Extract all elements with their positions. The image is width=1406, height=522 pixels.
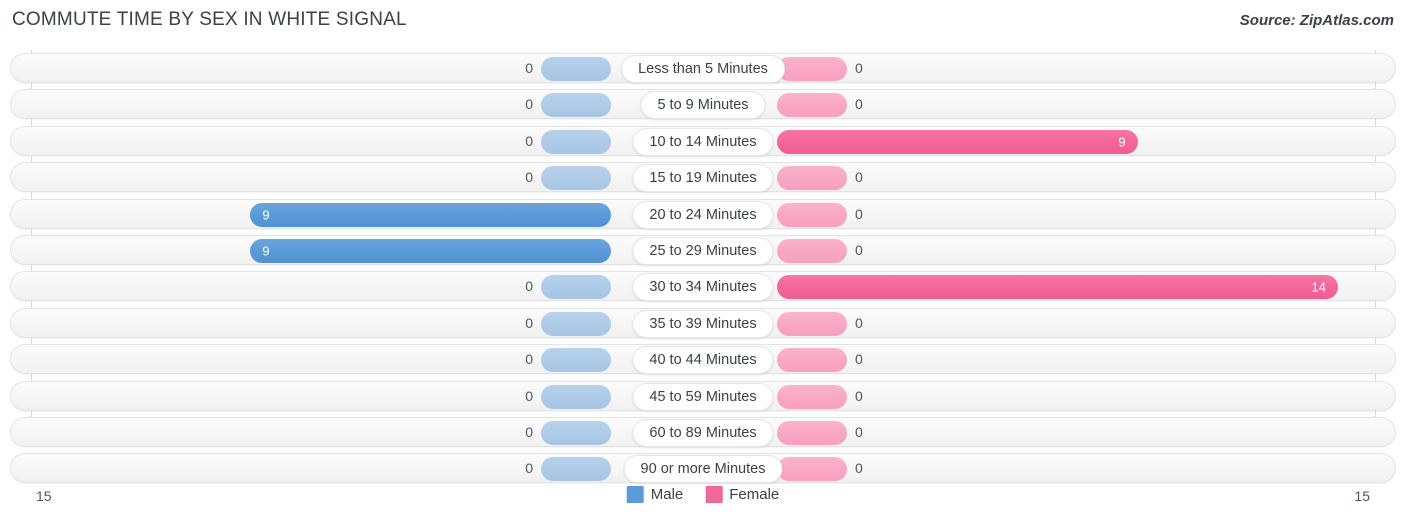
male-value-label: 0 xyxy=(525,314,533,331)
male-value-label: 0 xyxy=(525,132,533,149)
table-row[interactable]: 0 0 15 to 19 Minutes xyxy=(10,162,1396,193)
male-bar[interactable] xyxy=(541,93,611,118)
category-label: 10 to 14 Minutes xyxy=(632,127,774,156)
page-title: COMMUTE TIME BY SEX IN WHITE SIGNAL xyxy=(12,9,407,30)
chart-page: COMMUTE TIME BY SEX IN WHITE SIGNAL Sour… xyxy=(0,0,1406,522)
female-bar[interactable] xyxy=(777,93,847,118)
table-row[interactable]: 0 0 60 to 89 Minutes xyxy=(10,417,1396,447)
female-value-label: 0 xyxy=(855,351,863,368)
table-row[interactable]: 0 0 35 to 39 Minutes xyxy=(10,307,1396,338)
category-label: 35 to 39 Minutes xyxy=(632,309,774,338)
table-row[interactable]: 0 14 30 to 34 Minutes xyxy=(10,271,1396,302)
female-bar[interactable] xyxy=(777,166,847,191)
legend-label-male: Male xyxy=(650,486,684,503)
legend-item-male[interactable]: Male xyxy=(626,486,684,503)
male-bar[interactable] xyxy=(541,311,611,336)
legend: Male Female xyxy=(626,486,779,503)
legend-label-female: Female xyxy=(729,486,780,503)
category-label: 25 to 29 Minutes xyxy=(632,237,774,265)
male-bar[interactable] xyxy=(541,57,611,81)
female-bar[interactable] xyxy=(777,421,847,445)
female-bar[interactable] xyxy=(777,348,847,373)
table-row[interactable]: 9 0 25 to 29 Minutes xyxy=(10,235,1396,265)
male-bar[interactable] xyxy=(541,166,611,191)
male-bar[interactable] xyxy=(541,348,611,373)
category-label: 40 to 44 Minutes xyxy=(632,346,774,375)
male-value-label: 0 xyxy=(525,424,533,440)
female-value-label: 0 xyxy=(855,242,863,258)
source-attribution: Source: ZipAtlas.com xyxy=(1239,12,1394,29)
table-row[interactable]: 0 0 90 or more Minutes xyxy=(10,453,1396,484)
male-value-label: 0 xyxy=(525,460,533,477)
female-bar[interactable] xyxy=(777,57,847,81)
male-value-label: 0 xyxy=(525,351,533,368)
legend-swatch-male-icon xyxy=(626,486,644,503)
legend-swatch-female-icon xyxy=(705,486,723,503)
female-bar-value: 9 xyxy=(1118,134,1126,150)
male-bar[interactable] xyxy=(541,384,611,409)
female-value-label: 0 xyxy=(855,424,863,440)
female-value-label: 0 xyxy=(855,314,863,331)
male-bar-value: 9 xyxy=(262,243,270,259)
axis-tick-left: 15 xyxy=(36,488,52,504)
category-label: 30 to 34 Minutes xyxy=(632,273,774,302)
female-bar[interactable]: 14 xyxy=(777,275,1338,300)
table-row[interactable]: 0 0 45 to 59 Minutes xyxy=(10,380,1396,411)
axis-tick-right: 15 xyxy=(1354,488,1370,504)
male-bar[interactable]: 9 xyxy=(250,202,611,227)
female-bar[interactable] xyxy=(777,457,847,482)
female-bar[interactable] xyxy=(777,202,847,227)
table-row[interactable]: 0 9 10 to 14 Minutes xyxy=(10,125,1396,156)
female-bar[interactable] xyxy=(777,384,847,409)
male-value-label: 0 xyxy=(525,96,533,113)
male-bar-value: 9 xyxy=(262,207,270,223)
female-value-label: 0 xyxy=(855,205,863,222)
male-value-label: 0 xyxy=(525,169,533,186)
female-bar[interactable] xyxy=(777,239,847,263)
female-value-label: 0 xyxy=(855,387,863,404)
male-bar[interactable] xyxy=(541,457,611,482)
female-value-label: 0 xyxy=(855,60,863,76)
table-row[interactable]: 0 0 40 to 44 Minutes xyxy=(10,344,1396,375)
category-label: 15 to 19 Minutes xyxy=(632,164,774,193)
category-label: 5 to 9 Minutes xyxy=(640,91,766,120)
male-bar[interactable] xyxy=(541,275,611,300)
plot-area: 0 0 Less than 5 Minutes 0 0 5 to 9 Minutes 0 9 1… xyxy=(0,50,1406,484)
legend-item-female[interactable]: Female xyxy=(705,486,779,503)
category-label: 60 to 89 Minutes xyxy=(632,419,774,447)
category-label: 20 to 24 Minutes xyxy=(632,200,774,229)
male-value-label: 0 xyxy=(525,278,533,295)
table-row[interactable]: 0 0 Less than 5 Minutes xyxy=(10,53,1396,83)
category-label: 90 or more Minutes xyxy=(623,455,783,484)
male-value-label: 0 xyxy=(525,60,533,76)
male-value-label: 0 xyxy=(525,387,533,404)
category-label: 45 to 59 Minutes xyxy=(632,382,774,411)
table-row[interactable]: 9 0 20 to 24 Minutes xyxy=(10,198,1396,229)
female-value-label: 0 xyxy=(855,460,863,477)
female-bar[interactable]: 9 xyxy=(777,129,1138,154)
table-row[interactable]: 0 0 5 to 9 Minutes xyxy=(10,89,1396,120)
female-value-label: 0 xyxy=(855,96,863,113)
female-bar[interactable] xyxy=(777,311,847,336)
male-bar[interactable] xyxy=(541,129,611,154)
category-label: Less than 5 Minutes xyxy=(621,55,785,83)
male-bar[interactable] xyxy=(541,421,611,445)
female-bar-value: 14 xyxy=(1311,279,1326,295)
male-bar[interactable]: 9 xyxy=(250,239,611,263)
female-value-label: 0 xyxy=(855,169,863,186)
